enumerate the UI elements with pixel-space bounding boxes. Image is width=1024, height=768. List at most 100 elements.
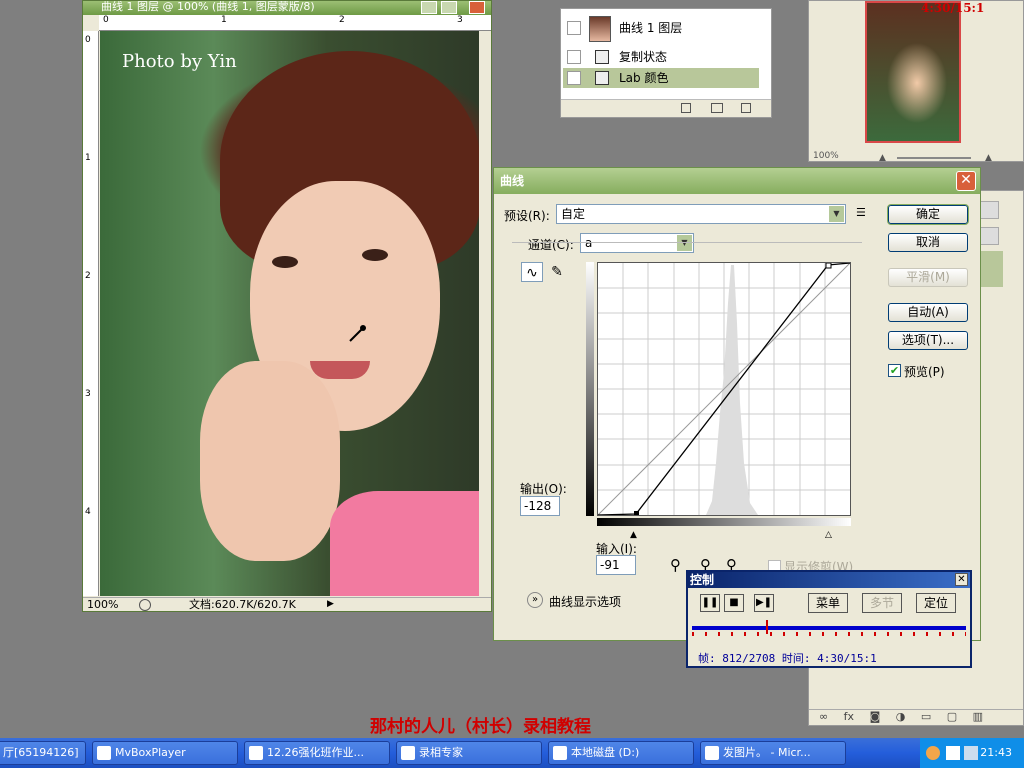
layer-row[interactable]: 复制状态 xyxy=(563,47,759,67)
eye-visibility-icon[interactable] xyxy=(567,50,581,64)
navigator-zoom[interactable]: 100% xyxy=(813,151,839,161)
eyedropper-cursor-icon xyxy=(349,325,366,342)
dialog-titlebar[interactable]: 曲线 ✕ xyxy=(494,168,980,194)
trash-icon[interactable] xyxy=(741,103,751,113)
layer-thumbnail xyxy=(589,16,611,42)
channel-select[interactable]: a ▼ xyxy=(580,233,694,253)
navigator-panel: 4:30/15:1 100% ▲ ▲ xyxy=(808,0,1024,163)
link-icon[interactable]: ∞ xyxy=(819,710,828,723)
maximize-button[interactable] xyxy=(441,1,457,14)
zoom-level[interactable]: 100% xyxy=(87,598,118,611)
taskbar-item[interactable]: MvBoxPlayer xyxy=(92,741,238,765)
document-titlebar[interactable]: 曲线 1 图层 @ 100% (曲线 1, 图层蒙版/8) xyxy=(83,1,491,15)
frame-time-readout: 帧: 812/2708 时间: 4:30/15:1 xyxy=(698,652,877,665)
fx-icon[interactable]: fx xyxy=(844,710,854,723)
network-icon[interactable] xyxy=(946,746,960,760)
photo-canvas[interactable]: Photo by Yin xyxy=(100,31,479,596)
channel-value: a xyxy=(585,236,593,250)
pencil-icon[interactable]: ✎ xyxy=(546,262,568,282)
zoom-out-icon[interactable]: ▲ xyxy=(879,153,886,163)
white-point-slider[interactable]: △ xyxy=(825,530,832,540)
eye-visibility-icon[interactable] xyxy=(567,71,581,85)
new-document-icon[interactable] xyxy=(681,103,691,113)
layer-row[interactable]: Lab 颜色 xyxy=(563,68,759,88)
preset-label: 预设(R): xyxy=(504,209,550,223)
curve-graph[interactable] xyxy=(597,262,851,516)
dialog-title: 曲线 xyxy=(500,174,525,188)
taskbar-item[interactable]: 厅[65194126] xyxy=(0,741,86,765)
clock: 21:43 xyxy=(980,746,1012,759)
layer-row[interactable]: 曲线 1 图层 xyxy=(563,13,759,43)
taskbar-item[interactable]: 12.26强化班作业... xyxy=(244,741,390,765)
zoom-in-icon[interactable]: ▲ xyxy=(985,153,992,163)
curve-display-options[interactable]: 曲线显示选项 xyxy=(549,593,621,610)
curve-tool-icon[interactable]: ∿ xyxy=(521,262,543,282)
ruler-label: 3 xyxy=(85,389,91,399)
eye-visibility-icon[interactable] xyxy=(567,21,581,35)
expand-chevron-icon[interactable]: » xyxy=(527,592,543,608)
zoom-slider[interactable] xyxy=(897,157,971,159)
input-field[interactable]: -91 xyxy=(596,555,636,575)
taskbar-item[interactable]: 发图片。 - Micr... xyxy=(700,741,846,765)
ruler-label: 3 xyxy=(457,15,463,25)
preview-checkbox[interactable]: ✔ xyxy=(888,364,901,377)
progress-track[interactable] xyxy=(692,620,966,634)
adjustment-icon[interactable]: ◑ xyxy=(896,710,906,723)
group-divider xyxy=(512,242,862,243)
curve-point-selected[interactable] xyxy=(634,511,639,515)
word-icon xyxy=(705,746,719,760)
output-gradient-bar xyxy=(586,262,594,516)
taskbar-item[interactable]: 本地磁盘 (D:) xyxy=(548,741,694,765)
play-triangle-icon[interactable]: ▶ xyxy=(327,598,334,611)
step-button[interactable]: ▶❚ xyxy=(754,594,774,612)
mask-icon[interactable]: ◙ xyxy=(870,710,881,723)
photo-mouth xyxy=(310,361,370,379)
folder-icon[interactable]: ▭ xyxy=(921,710,931,723)
pause-button[interactable]: ❚❚ xyxy=(700,594,720,612)
layer-label: Lab 颜色 xyxy=(619,71,669,85)
tray-arrow-icon[interactable] xyxy=(926,746,940,760)
section-button[interactable]: 多节 xyxy=(862,593,902,613)
ruler-label: 2 xyxy=(85,271,91,281)
locate-button[interactable]: 定位 xyxy=(916,593,956,613)
photo-shirt xyxy=(330,491,479,596)
taskbar: 厅[65194126] MvBoxPlayer 12.26强化班作业... 录相… xyxy=(0,738,1024,768)
trash-icon[interactable]: ▥ xyxy=(973,710,983,723)
close-icon[interactable]: ✕ xyxy=(956,171,976,191)
curve-point[interactable] xyxy=(825,263,832,269)
monitor-icon[interactable] xyxy=(964,746,978,760)
taskbar-item[interactable]: 录相专家 xyxy=(396,741,542,765)
navigator-footer: 100% ▲ ▲ xyxy=(809,151,1023,163)
photo-hand xyxy=(200,361,340,561)
auto-button[interactable]: 自动(A) xyxy=(888,303,968,322)
playback-control-window: 控制 ✕ ❚❚ ■ ▶❚ 菜单 多节 定位 帧: 812/2708 时间: 4:… xyxy=(686,570,972,668)
history-snapshot-icon xyxy=(595,71,609,85)
output-field[interactable]: -128 xyxy=(520,496,560,516)
preset-value: 自定 xyxy=(561,207,586,221)
black-eyedropper-icon[interactable]: ⚲ xyxy=(670,556,681,574)
preset-options-icon[interactable]: ☰ xyxy=(856,206,866,219)
curve-graph-svg[interactable] xyxy=(598,263,850,515)
smooth-button[interactable]: 平滑(M) xyxy=(888,268,968,287)
minimize-button[interactable] xyxy=(421,1,437,14)
ruler-label: 0 xyxy=(85,35,91,45)
close-icon[interactable]: ✕ xyxy=(955,573,968,586)
new-layer-icon[interactable]: ▢ xyxy=(947,710,957,723)
stop-button[interactable]: ■ xyxy=(724,594,744,612)
menu-button[interactable]: 菜单 xyxy=(808,593,848,613)
close-button[interactable] xyxy=(469,1,485,14)
layer-label: 曲线 1 图层 xyxy=(619,21,683,35)
drive-icon xyxy=(553,746,567,760)
app-icon xyxy=(97,746,111,760)
preset-select[interactable]: 自定 ▼ xyxy=(556,204,846,224)
panel-footer: ∞ fx ◙ ◑ ▭ ▢ ▥ xyxy=(809,709,1023,725)
camera-icon[interactable] xyxy=(711,103,723,113)
navigator-thumbnail[interactable] xyxy=(865,1,961,143)
layers-panel: 曲线 1 图层 复制状态 Lab 颜色 xyxy=(560,8,772,118)
status-menu-icon[interactable] xyxy=(139,599,151,611)
ok-button[interactable]: 确定 xyxy=(887,204,969,225)
options-button[interactable]: 选项(T)... xyxy=(888,331,968,350)
control-titlebar[interactable]: 控制 ✕ xyxy=(688,572,970,588)
cancel-button[interactable]: 取消 xyxy=(888,233,968,252)
black-point-slider[interactable]: ▲ xyxy=(630,530,637,540)
